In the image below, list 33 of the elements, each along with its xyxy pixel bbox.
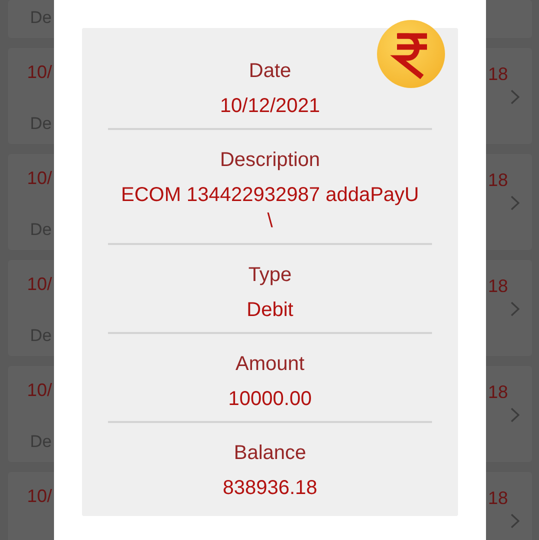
date-text: 10/ [27, 168, 52, 189]
list-card[interactable]: 18 [486, 472, 532, 540]
list-card[interactable]: 18 [486, 366, 532, 462]
field-label: Amount [236, 352, 304, 377]
list-card[interactable]: 18 [486, 154, 532, 250]
date-text: 10/ [27, 486, 52, 507]
amount-text: 18 [488, 488, 508, 509]
date-text: 10/ [27, 62, 52, 83]
list-card[interactable]: 18 [486, 260, 532, 356]
field-label: Description [220, 148, 320, 173]
amount-text: 18 [488, 382, 508, 403]
field-label: Balance [234, 441, 306, 466]
field-value: 838936.18 [222, 476, 318, 501]
list-card[interactable] [486, 0, 532, 38]
date-text: 10/ [27, 380, 52, 401]
chevron-icon [510, 513, 520, 529]
date-text: 10/ [27, 274, 52, 295]
list-card[interactable]: 18 [486, 48, 532, 144]
field-value: 10000.00 [228, 387, 312, 412]
chevron-icon [510, 89, 520, 105]
amount-text: 18 [488, 64, 508, 85]
chevron-icon [510, 195, 520, 211]
chevron-icon [510, 407, 520, 423]
list-card[interactable]: 10/ [8, 472, 54, 540]
field-label: Date [248, 59, 292, 84]
rupee-icon [376, 19, 446, 89]
field-label: Type [248, 263, 292, 288]
chevron-icon [510, 301, 520, 317]
field-value: Debit [246, 298, 294, 323]
amount-text: 18 [488, 170, 508, 191]
amount-text: 18 [488, 276, 508, 297]
field-value: 10/12/2021 [220, 94, 320, 119]
field-value: ECOM 134422932987 addaPayU \ [120, 183, 420, 234]
